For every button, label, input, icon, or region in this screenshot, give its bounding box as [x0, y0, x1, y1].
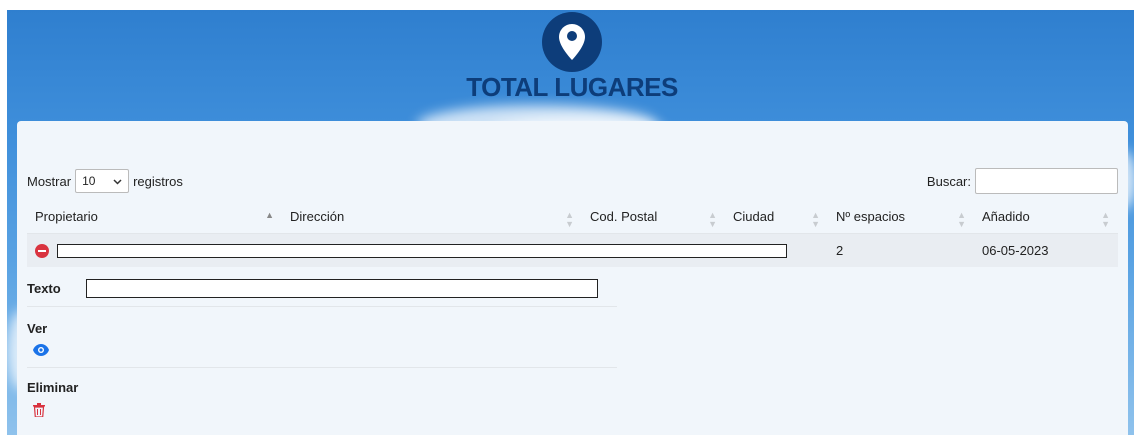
- eye-icon[interactable]: [33, 344, 49, 359]
- detail-text-label: Texto: [27, 281, 61, 296]
- column-header-ciudad[interactable]: Ciudad ▲ ▼: [725, 201, 828, 234]
- column-header-anadido[interactable]: Añadido ▲ ▼: [974, 201, 1118, 234]
- sort-icon: ▲ ▼: [708, 210, 717, 229]
- column-header-propietario[interactable]: Propietario ▲: [27, 201, 282, 234]
- search-input[interactable]: [975, 168, 1118, 194]
- page-title: TOTAL LUGARES: [466, 72, 678, 102]
- sort-icon: ▲ ▼: [957, 210, 966, 229]
- search-label: Buscar:: [926, 173, 971, 189]
- collapse-row-icon[interactable]: [35, 244, 49, 259]
- detail-view-label: Ver: [27, 321, 48, 336]
- detail-delete-label: Eliminar: [27, 380, 79, 395]
- column-header-cod-postal[interactable]: Cod. Postal ▲ ▼: [582, 201, 725, 234]
- redacted-cells: [27, 233, 828, 267]
- page-length-select[interactable]: 10: [75, 169, 130, 193]
- column-header-nspacios[interactable]: Nº espacios ▲ ▼: [828, 201, 974, 234]
- chevron-down-icon: [113, 174, 122, 188]
- row-details: Texto Ver Eliminar: [27, 271, 617, 428]
- sort-icon: ▲ ▼: [565, 210, 574, 229]
- sort-icon: ▲ ▼: [1101, 210, 1110, 229]
- detail-delete: Eliminar: [27, 368, 617, 428]
- search-control: Buscar:: [927, 168, 1118, 194]
- map-pin-icon: [542, 12, 602, 72]
- redacted-block: [56, 244, 787, 259]
- cell-nspacios: 2: [828, 233, 974, 267]
- sort-asc-icon: ▲: [265, 210, 274, 220]
- detail-view: Ver: [27, 307, 617, 368]
- places-card: Mostrar 10 registros Buscar: Propietario…: [17, 121, 1128, 435]
- table-row[interactable]: 2 06-05-2023: [27, 233, 1118, 267]
- cell-added: 06-05-2023: [974, 233, 1118, 267]
- redacted-block: [85, 279, 598, 298]
- length-control: Mostrar 10 registros: [27, 169, 183, 193]
- trash-icon[interactable]: [33, 403, 45, 420]
- length-suffix: registros: [133, 173, 183, 189]
- sort-icon: ▲ ▼: [811, 210, 820, 229]
- table-header-row: Propietario ▲ Dirección ▲ ▼ Cod. Postal ▲…: [27, 201, 1118, 234]
- length-prefix: Mostrar: [27, 173, 72, 189]
- places-table: Propietario ▲ Dirección ▲ ▼ Cod. Postal ▲…: [27, 201, 1118, 267]
- column-header-direccion[interactable]: Dirección ▲ ▼: [282, 201, 582, 234]
- detail-text: Texto: [27, 271, 617, 307]
